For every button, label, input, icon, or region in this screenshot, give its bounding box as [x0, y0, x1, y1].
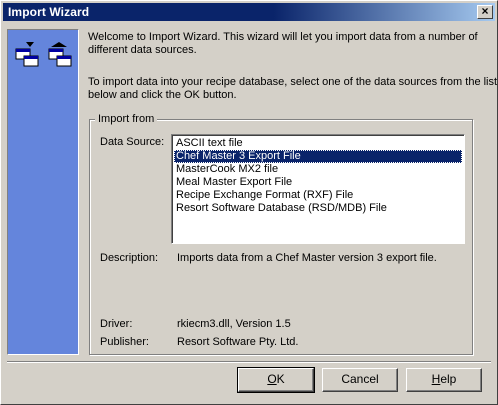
close-button[interactable]: ×: [477, 5, 493, 19]
intro-line-1: Welcome to Import Wizard. This wizard wi…: [88, 31, 478, 43]
title-bar[interactable]: Import Wizard ×: [3, 3, 495, 21]
help-button-label-rest: elp: [440, 372, 457, 386]
window-title: Import Wizard: [8, 5, 90, 19]
ok-button-label-rest: K: [276, 372, 285, 386]
intro-line-4: below and click the OK button.: [88, 89, 237, 101]
list-item[interactable]: MasterCook MX2 file: [174, 163, 462, 176]
data-source-listbox[interactable]: ASCII text file Chef Master 3 Export Fil…: [171, 134, 465, 244]
cancel-button-label: Cancel: [341, 372, 379, 386]
import-wizard-window: Import Wizard × Welcome to Import Wizard…: [0, 0, 498, 405]
ok-button[interactable]: OK: [237, 367, 315, 393]
list-item[interactable]: Recipe Exchange Format (RXF) File: [174, 189, 462, 202]
data-source-label: Data Source:: [100, 136, 165, 148]
driver-label: Driver:: [100, 318, 133, 330]
description-label: Description:: [100, 252, 159, 264]
list-item[interactable]: ASCII text file: [174, 137, 462, 150]
publisher-value: Resort Software Pty. Ltd.: [177, 336, 299, 348]
cancel-button[interactable]: Cancel: [322, 368, 398, 392]
ok-button-accelerator: O: [267, 372, 277, 386]
wizard-icon: [15, 42, 72, 67]
separator-highlight: [7, 362, 491, 363]
intro-line-3: To import data into your recipe database…: [88, 76, 498, 88]
list-item[interactable]: Meal Master Export File: [174, 176, 462, 189]
wizard-side-panel: [7, 29, 79, 355]
list-item[interactable]: Resort Software Database (RSD/MDB) File: [174, 202, 462, 215]
help-button[interactable]: Help: [406, 368, 482, 392]
publisher-label: Publisher:: [100, 336, 149, 348]
import-from-legend: Import from: [95, 113, 158, 126]
driver-value: rkiecm3.dll, Version 1.5: [177, 318, 291, 330]
list-item-selected[interactable]: Chef Master 3 Export File: [174, 150, 462, 163]
intro-line-2: different data sources.: [88, 44, 197, 56]
description-value: Imports data from a Chef Master version …: [177, 252, 437, 264]
